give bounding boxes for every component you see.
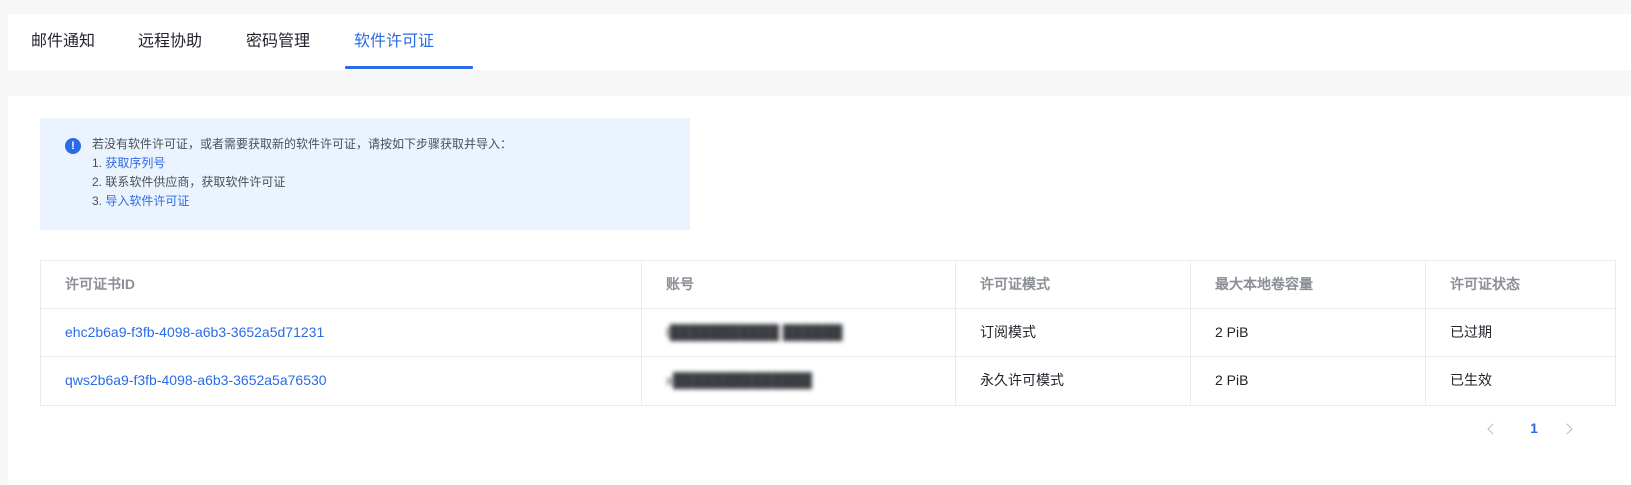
notice-step-1: 1. 获取序列号 bbox=[92, 155, 165, 171]
pagination-next-button[interactable] bbox=[1561, 416, 1579, 440]
license-mode-cell: 订阅模式 bbox=[956, 309, 1191, 356]
table-row: qws2b6a9-f3fb-4098-a6b3-3652a5a76530 x██… bbox=[41, 357, 1615, 405]
pagination-prev-button[interactable] bbox=[1485, 416, 1501, 440]
account-value-redacted: t███████████ ██████ bbox=[666, 324, 843, 340]
notice-intro: 若没有软件许可证，或者需要获取新的软件许可证，请按如下步骤获取并导入： bbox=[92, 137, 513, 151]
license-id-link[interactable]: ehc2b6a9-f3fb-4098-a6b3-3652a5d71231 bbox=[65, 324, 324, 340]
notice-step-2: 2. 联系软件供应商，获取软件许可证 bbox=[92, 174, 285, 190]
step-text: 联系软件供应商，获取软件许可证 bbox=[105, 175, 286, 189]
column-header-license-mode: 许可证模式 bbox=[956, 261, 1191, 308]
account-value-redacted: x██████████████ bbox=[666, 372, 812, 388]
pagination-page-1[interactable]: 1 bbox=[1524, 416, 1544, 440]
info-notice: ! 若没有软件许可证，或者需要获取新的软件许可证，请按如下步骤获取并导入： 1.… bbox=[40, 118, 690, 230]
tab-bar: 邮件通知 远程协助 密码管理 软件许可证 bbox=[8, 14, 1631, 70]
step-number: 1. bbox=[92, 156, 103, 170]
notice-step-3: 3. 导入软件许可证 bbox=[92, 193, 189, 209]
step-number: 2. bbox=[92, 175, 103, 189]
active-tab-indicator bbox=[345, 66, 473, 69]
license-table: 许可证书ID 账号 许可证模式 最大本地卷容量 许可证状态 ehc2b6a9-f… bbox=[40, 260, 1616, 406]
column-header-max-capacity: 最大本地卷容量 bbox=[1191, 261, 1426, 308]
account-cell: x██████████████ bbox=[642, 357, 956, 404]
column-header-license-status: 许可证状态 bbox=[1450, 276, 1520, 292]
chevron-right-icon bbox=[1561, 423, 1573, 435]
capacity-cell: 2 PiB bbox=[1191, 357, 1426, 404]
table-row: ehc2b6a9-f3fb-4098-a6b3-3652a5d71231 t██… bbox=[41, 309, 1615, 357]
content-panel: ! 若没有软件许可证，或者需要获取新的软件许可证，请按如下步骤获取并导入： 1.… bbox=[8, 96, 1631, 485]
tab-mail-notification[interactable]: 邮件通知 bbox=[31, 14, 95, 70]
chevron-left-icon bbox=[1487, 423, 1499, 435]
tab-password-management[interactable]: 密码管理 bbox=[246, 14, 310, 70]
step-number: 3. bbox=[92, 194, 103, 208]
tab-software-license[interactable]: 软件许可证 bbox=[354, 14, 434, 70]
get-serial-number-link[interactable]: 获取序列号 bbox=[105, 156, 165, 170]
license-id-link[interactable]: qws2b6a9-f3fb-4098-a6b3-3652a5a76530 bbox=[65, 372, 327, 388]
status-cell: 已过期 bbox=[1450, 324, 1492, 340]
capacity-cell: 2 PiB bbox=[1191, 309, 1426, 356]
license-id-cell: ehc2b6a9-f3fb-4098-a6b3-3652a5d71231 bbox=[41, 309, 642, 356]
info-icon: ! bbox=[65, 138, 81, 154]
tab-remote-assistance[interactable]: 远程协助 bbox=[138, 14, 202, 70]
column-header-license-id: 许可证书ID bbox=[41, 261, 642, 308]
license-id-cell: qws2b6a9-f3fb-4098-a6b3-3652a5a76530 bbox=[41, 357, 642, 404]
table-header-row: 许可证书ID 账号 许可证模式 最大本地卷容量 许可证状态 bbox=[41, 261, 1615, 309]
account-cell: t███████████ ██████ bbox=[642, 309, 956, 356]
import-license-link[interactable]: 导入软件许可证 bbox=[105, 194, 189, 208]
license-mode-cell: 永久许可模式 bbox=[956, 357, 1191, 404]
column-header-account: 账号 bbox=[642, 261, 956, 308]
status-cell: 已生效 bbox=[1450, 372, 1492, 388]
